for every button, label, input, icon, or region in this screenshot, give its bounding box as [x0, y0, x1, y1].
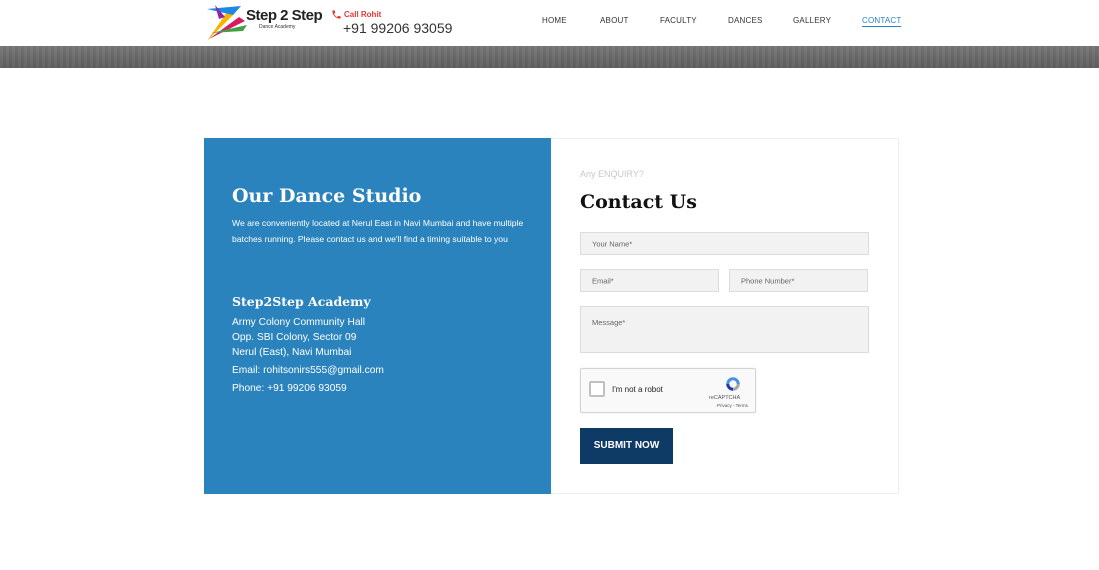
recaptcha-widget: I'm not a robot reCAPTCHA Privacy - Term…	[580, 368, 756, 413]
academy-name: Step2Step Academy	[232, 294, 371, 309]
recaptcha-links[interactable]: Privacy - Terms	[717, 403, 748, 408]
name-field[interactable]: Your Name*	[580, 232, 869, 255]
studio-title: Our Dance Studio	[232, 185, 422, 207]
recaptcha-label: I'm not a robot	[612, 385, 663, 394]
nav-home[interactable]: HOME	[542, 16, 567, 25]
studio-description: We are conveniently located at Nerul Eas…	[232, 218, 524, 244]
phone-icon	[332, 10, 341, 19]
site-logo[interactable]: Step 2 Step Dance Academy	[205, 3, 323, 43]
email-placeholder: Email*	[592, 276, 614, 285]
contact-form: Any ENQUIRY? Contact Us Your Name* Email…	[551, 138, 899, 494]
recaptcha-brand: reCAPTCHA	[709, 395, 741, 401]
nav-about[interactable]: ABOUT	[600, 16, 629, 25]
site-header: Step 2 Step Dance Academy Call Rohit +91…	[0, 0, 1099, 46]
studio-phone[interactable]: Phone: +91 99206 93059	[232, 383, 347, 394]
email-field[interactable]: Email*	[580, 269, 719, 292]
address-line: Opp. SBI Colony, Sector 09	[232, 332, 357, 343]
recaptcha-checkbox[interactable]	[589, 381, 605, 397]
submit-button[interactable]: SUBMIT NOW	[580, 428, 673, 464]
form-title: Contact Us	[580, 191, 697, 213]
form-kicker: Any ENQUIRY?	[580, 169, 644, 179]
nav-contact[interactable]: CONTACT	[862, 16, 902, 27]
phone-placeholder: Phone Number*	[741, 276, 795, 285]
address-line: Army Colony Community Hall	[232, 317, 366, 328]
logo-tagline: Dance Academy	[259, 24, 296, 30]
nav-dances[interactable]: DANCES	[728, 16, 763, 25]
address-line: Nerul (East), Navi Mumbai	[232, 347, 352, 358]
nav-gallery[interactable]: GALLERY	[793, 16, 831, 25]
message-placeholder: Message*	[592, 318, 626, 327]
recaptcha-icon	[726, 377, 740, 391]
studio-email[interactable]: Email: rohitsonirs555@gmail.com	[232, 365, 384, 376]
nav-faculty[interactable]: FACULTY	[660, 16, 697, 25]
call-number[interactable]: +91 99206 93059	[343, 20, 452, 36]
name-placeholder: Your Name*	[592, 239, 633, 248]
logo-mark-icon	[207, 5, 247, 41]
studio-info-panel: Our Dance Studio We are conveniently loc…	[204, 138, 551, 494]
phone-field[interactable]: Phone Number*	[729, 269, 868, 292]
page-banner	[0, 46, 1099, 68]
call-label: Call Rohit	[344, 10, 382, 19]
message-field[interactable]: Message*	[580, 306, 869, 353]
logo-title: Step 2 Step	[246, 7, 323, 24]
